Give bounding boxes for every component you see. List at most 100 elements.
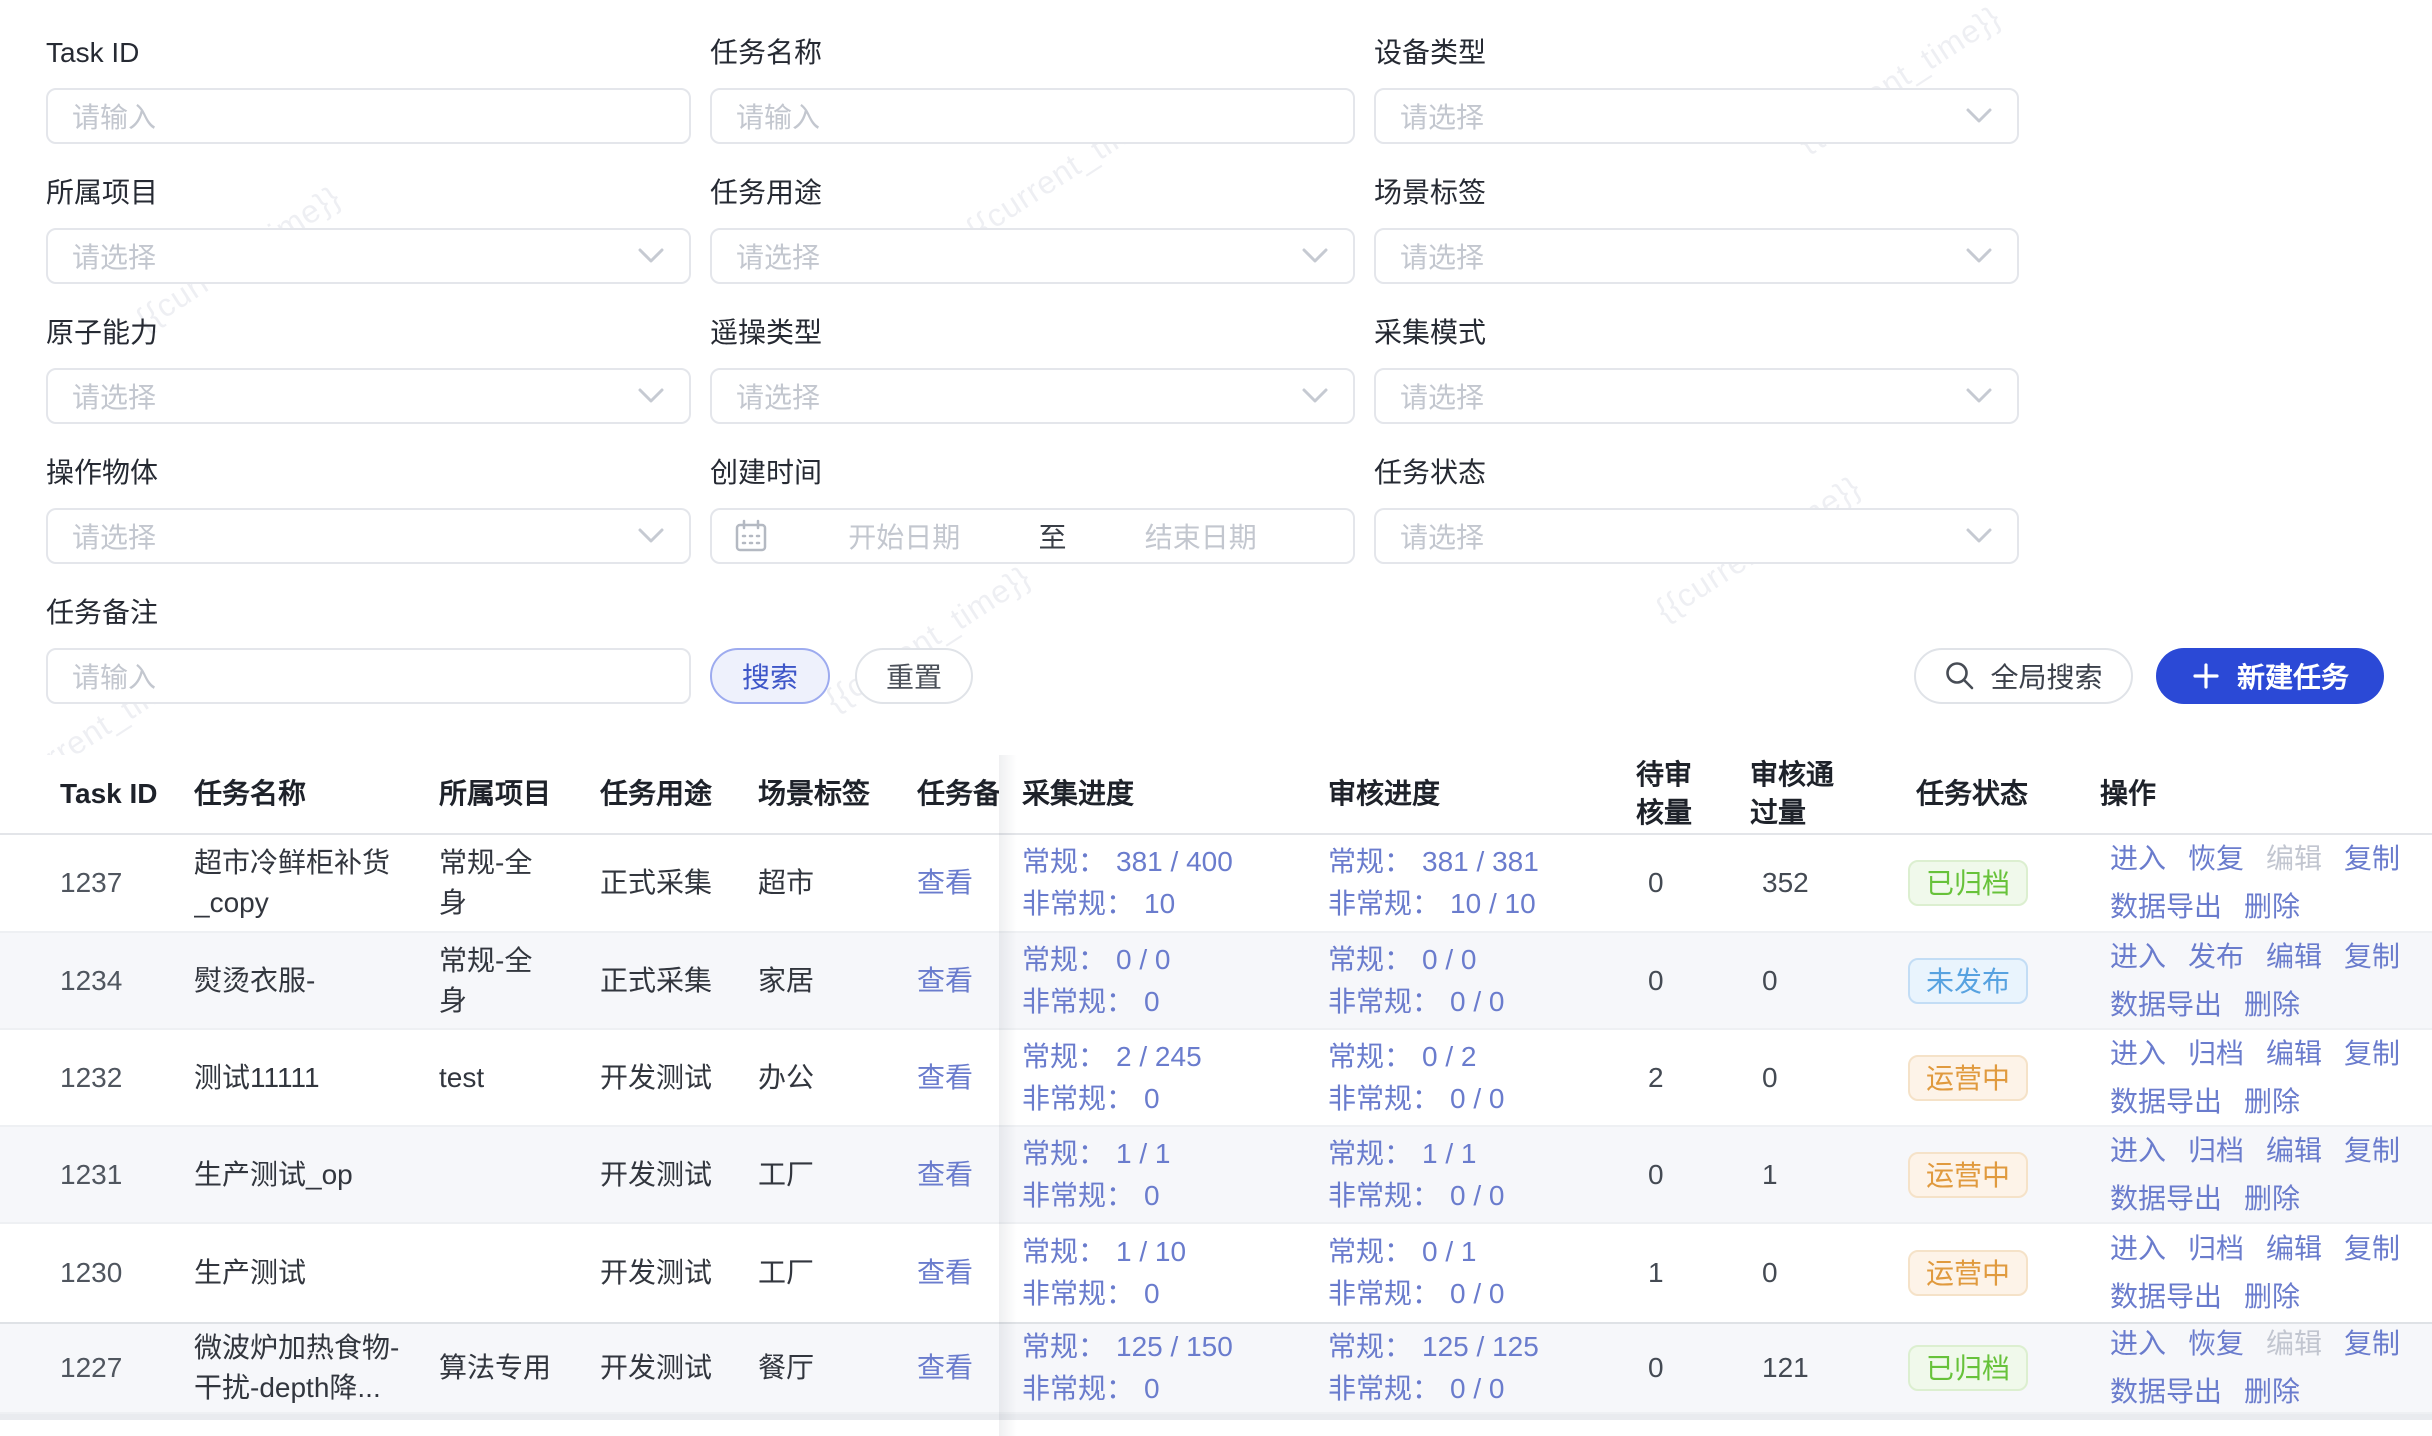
action-copy[interactable]: 复制 (2344, 1324, 2400, 1364)
scene-tag-select[interactable]: 请选择 (1374, 228, 2019, 284)
input-placeholder: 请输入 (72, 656, 156, 696)
cell-project (439, 1224, 600, 1322)
cell-scene: 超市 (758, 835, 917, 931)
cell-review-progress: 常规：0 / 0 非常规：0 / 0 (1328, 933, 1636, 1028)
action-export[interactable]: 数据导出 (2110, 985, 2222, 1025)
action-copy[interactable]: 复制 (2344, 839, 2400, 879)
view-note-link[interactable]: 查看 (917, 1155, 973, 1195)
plus-icon (2191, 661, 2221, 691)
cell-review-progress: 常规：0 / 2 非常规：0 / 0 (1328, 1030, 1636, 1125)
task-status-select[interactable]: 请选择 (1374, 508, 2019, 564)
action-enter[interactable]: 进入 (2110, 1324, 2166, 1364)
filter-label-task-id: Task ID (46, 36, 691, 70)
action-enter[interactable]: 进入 (2110, 1131, 2166, 1171)
action-publish[interactable]: 发布 (2188, 937, 2244, 977)
action-delete[interactable]: 删除 (2244, 1179, 2300, 1219)
task-note-input[interactable]: 请输入 (46, 648, 691, 704)
action-restore[interactable]: 恢复 (2188, 839, 2244, 879)
chevron-down-icon (637, 527, 665, 545)
create-task-button[interactable]: 新建任务 (2156, 648, 2384, 704)
action-restore[interactable]: 恢复 (2188, 1324, 2244, 1364)
action-copy[interactable]: 复制 (2344, 1034, 2400, 1074)
action-enter[interactable]: 进入 (2110, 1229, 2166, 1269)
view-note-link[interactable]: 查看 (917, 1253, 973, 1293)
action-export[interactable]: 数据导出 (2110, 1179, 2222, 1219)
action-export[interactable]: 数据导出 (2110, 887, 2222, 927)
action-enter[interactable]: 进入 (2110, 937, 2166, 977)
table-row: 1234 熨烫衣服- 常规-全身 正式采集 家居 查看 常规：0 / 0 非常规… (0, 933, 2432, 1030)
action-delete[interactable]: 删除 (2244, 1277, 2300, 1317)
action-copy[interactable]: 复制 (2344, 1229, 2400, 1269)
filter-label-device-type: 设备类型 (1374, 36, 2019, 70)
input-placeholder: 请输入 (736, 96, 820, 136)
action-delete[interactable]: 删除 (2244, 1372, 2300, 1412)
status-badge: 运营中 (1908, 1250, 2028, 1296)
filter-label-operate-object: 操作物体 (46, 456, 691, 490)
action-export[interactable]: 数据导出 (2110, 1372, 2222, 1412)
table-row: 1227 微波炉加热食物-干扰-depth降... 算法专用 开发测试 餐厅 查… (0, 1324, 2432, 1414)
teleop-type-select[interactable]: 请选择 (710, 368, 1355, 424)
action-archive[interactable]: 归档 (2188, 1034, 2244, 1074)
header-task-name: 任务名称 (194, 755, 439, 833)
action-archive[interactable]: 归档 (2188, 1229, 2244, 1269)
action-archive[interactable]: 归档 (2188, 1131, 2244, 1171)
task-purpose-select[interactable]: 请选择 (710, 228, 1355, 284)
cell-task-status: 未发布 (1904, 933, 2100, 1028)
search-button[interactable]: 搜索 (710, 648, 830, 704)
action-edit[interactable]: 编辑 (2266, 1324, 2322, 1364)
filter-label-task-name: 任务名称 (710, 36, 1355, 70)
action-export[interactable]: 数据导出 (2110, 1082, 2222, 1122)
table-bottom-edge (0, 1414, 2432, 1420)
filter-label-teleop-type: 遥操类型 (710, 316, 1355, 350)
task-id-input[interactable]: 请输入 (46, 88, 691, 144)
filter-field-task-purpose: 任务用途 请选择 (710, 176, 1355, 284)
action-edit[interactable]: 编辑 (2266, 839, 2322, 879)
action-export[interactable]: 数据导出 (2110, 1277, 2222, 1317)
chevron-down-icon (1965, 387, 1993, 405)
atomic-ability-select[interactable]: 请选择 (46, 368, 691, 424)
view-note-link[interactable]: 查看 (917, 863, 973, 903)
cell-task-status: 已归档 (1904, 835, 2100, 931)
action-copy[interactable]: 复制 (2344, 937, 2400, 977)
cell-passed-count: 121 (1750, 1324, 1904, 1412)
view-note-link[interactable]: 查看 (917, 961, 973, 1001)
filter-field-task-note: 任务备注 请输入 (46, 596, 691, 704)
cell-task-name: 微波炉加热食物-干扰-depth降... (194, 1324, 439, 1412)
action-delete[interactable]: 删除 (2244, 985, 2300, 1025)
project-select[interactable]: 请选择 (46, 228, 691, 284)
task-name-input[interactable]: 请输入 (710, 88, 1355, 144)
operate-object-select[interactable]: 请选择 (46, 508, 691, 564)
chevron-down-icon (1965, 107, 1993, 125)
collect-mode-select[interactable]: 请选择 (1374, 368, 2019, 424)
action-edit[interactable]: 编辑 (2266, 1229, 2322, 1269)
filter-form: Task ID 请输入 任务名称 请输入 设备类型 请选择 所属项目 请选择 (46, 36, 2019, 736)
action-edit[interactable]: 编辑 (2266, 937, 2322, 977)
end-date-input[interactable]: 结束日期 (1073, 516, 1330, 556)
cell-scene: 家居 (758, 933, 917, 1028)
view-note-link[interactable]: 查看 (917, 1058, 973, 1098)
action-delete[interactable]: 删除 (2244, 887, 2300, 927)
chevron-down-icon (1965, 527, 1993, 545)
device-type-select[interactable]: 请选择 (1374, 88, 2019, 144)
start-date-input[interactable]: 开始日期 (776, 516, 1033, 556)
chevron-down-icon (1301, 387, 1329, 405)
reset-button[interactable]: 重置 (855, 648, 973, 704)
status-badge: 运营中 (1908, 1152, 2028, 1198)
filter-field-task-status: 任务状态 请选择 (1374, 456, 2019, 564)
chevron-down-icon (637, 387, 665, 405)
action-enter[interactable]: 进入 (2110, 1034, 2166, 1074)
header-scene-tag: 场景标签 (758, 755, 917, 833)
header-task-note: 任务备注 (917, 755, 1022, 833)
create-time-range-picker[interactable]: 开始日期 至 结束日期 (710, 508, 1355, 564)
cell-actions: 进入 发布 编辑 复制 数据导出 删除 (2100, 933, 2432, 1028)
filter-label-scene-tag: 场景标签 (1374, 176, 2019, 210)
action-copy[interactable]: 复制 (2344, 1131, 2400, 1171)
action-edit[interactable]: 编辑 (2266, 1034, 2322, 1074)
global-search-button[interactable]: 全局搜索 (1914, 648, 2133, 704)
action-delete[interactable]: 删除 (2244, 1082, 2300, 1122)
cell-passed-count: 1 (1750, 1127, 1904, 1222)
action-edit[interactable]: 编辑 (2266, 1131, 2322, 1171)
action-enter[interactable]: 进入 (2110, 839, 2166, 879)
view-note-link[interactable]: 查看 (917, 1348, 973, 1388)
cell-actions: 进入 归档 编辑 复制 数据导出 删除 (2100, 1030, 2432, 1125)
